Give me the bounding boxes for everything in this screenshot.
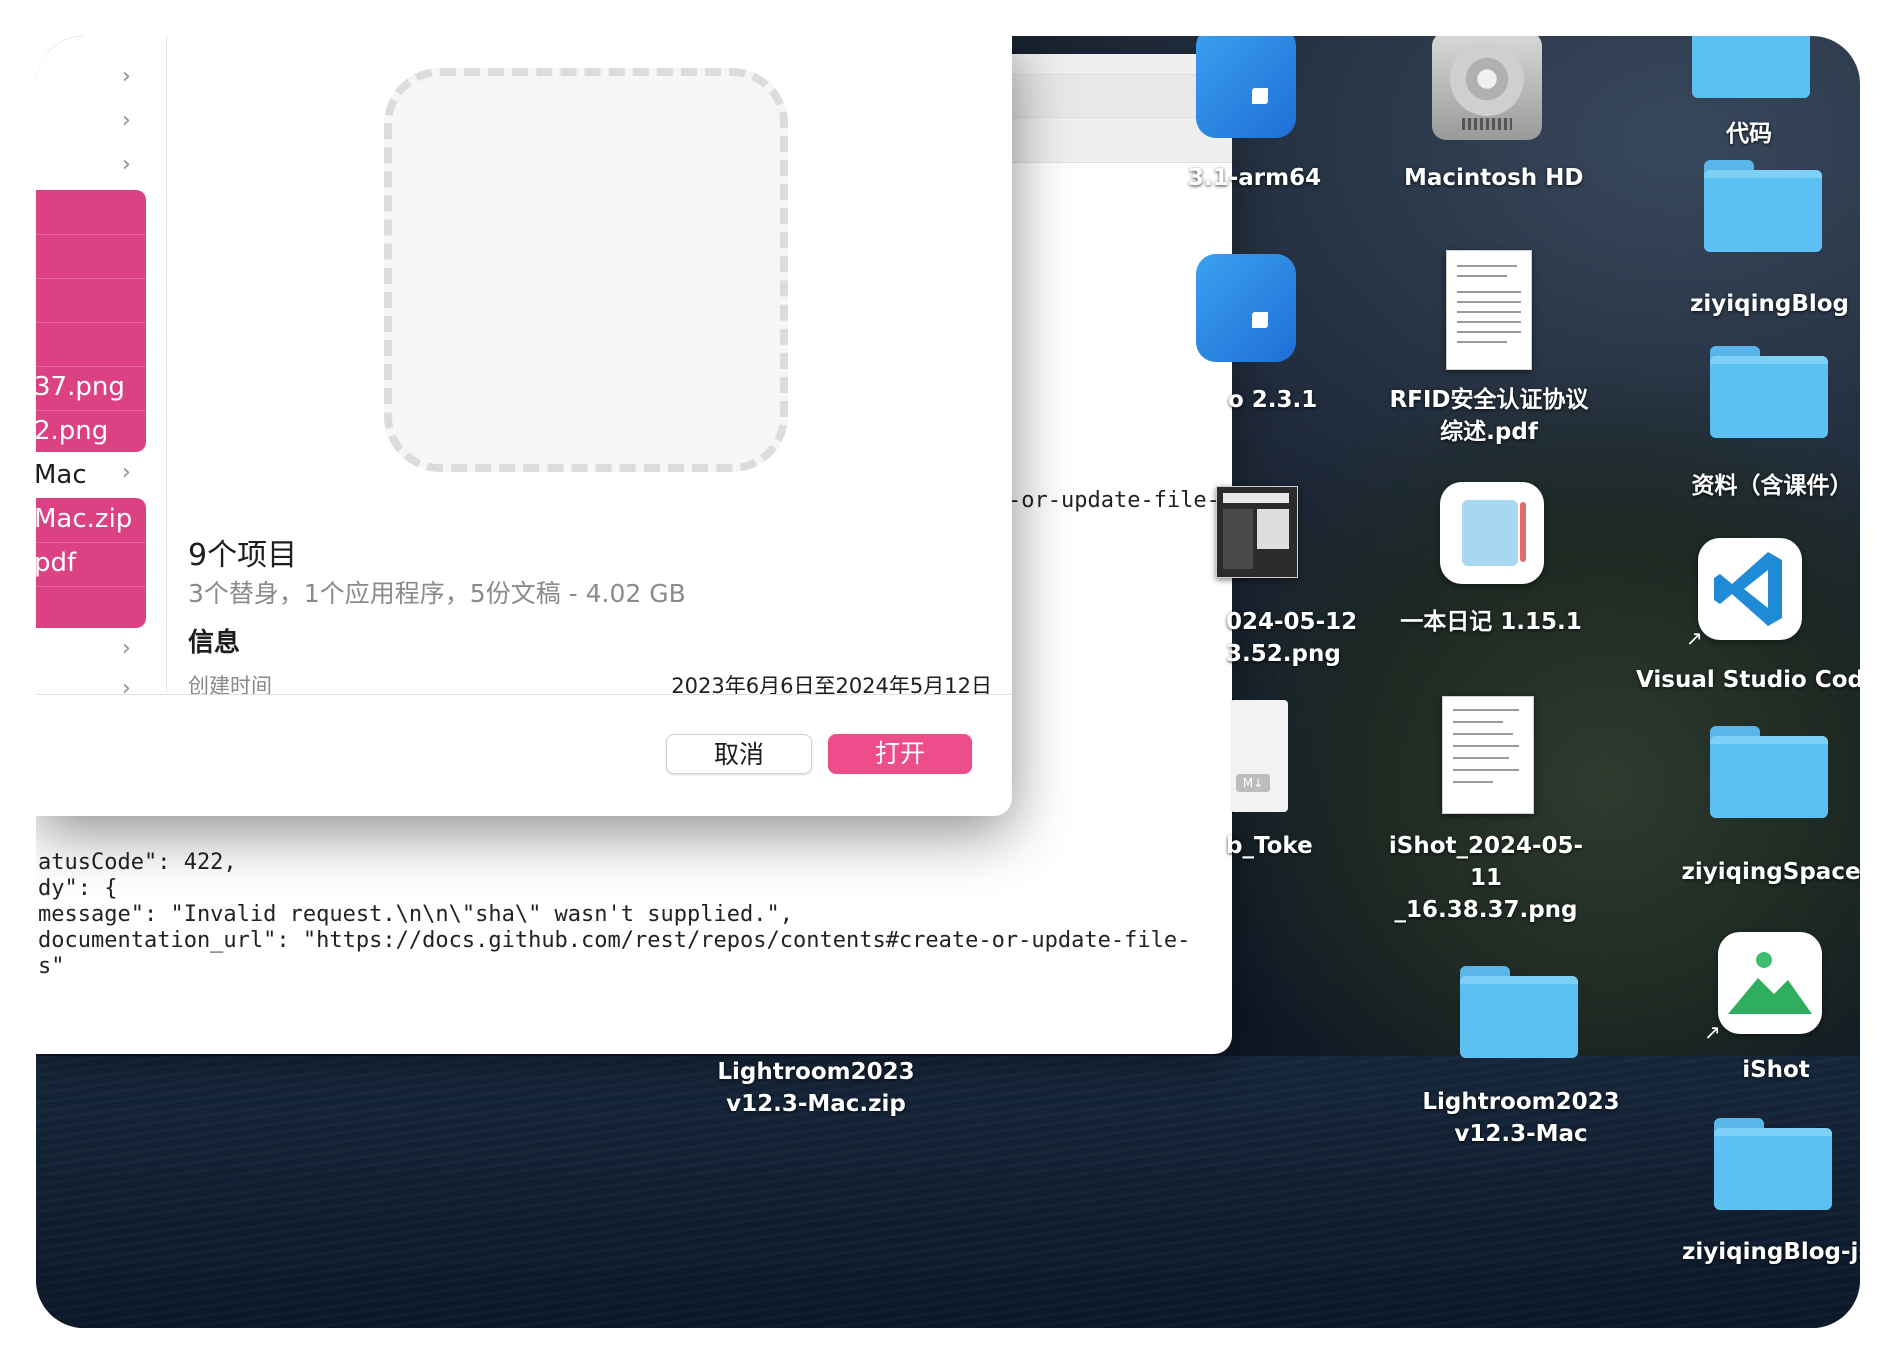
chevron-right-icon[interactable]: › xyxy=(122,460,131,485)
alias-arrow-icon: ↗ xyxy=(1686,626,1703,650)
image-icon xyxy=(1442,696,1534,814)
app-icon xyxy=(1196,36,1296,138)
desktop: -or-update-file- atusCode": 422, dy": { … xyxy=(36,36,1860,1328)
selected-items-group[interactable]: 37.png 2.png xyxy=(36,190,146,452)
folder-icon xyxy=(1692,36,1810,98)
desktop-icon-label: ziyiqingBlog-js xyxy=(1682,1239,1860,1265)
sidebar-item-label: 37.png xyxy=(36,372,125,402)
response-line: dy": { xyxy=(38,876,118,901)
response-line: documentation_url": "https://docs.github… xyxy=(38,928,1191,953)
desktop-icon-label: 资料（含课件） xyxy=(1691,473,1853,499)
image-icon xyxy=(1216,486,1298,578)
desktop-icon-label: 024-05-12 3.52.png xyxy=(1226,609,1358,667)
desktop-icon-label: ziyiqingBlog xyxy=(1690,291,1850,317)
sidebar-item-label[interactable]: Mac xyxy=(36,460,87,490)
multi-item-preview-placeholder xyxy=(384,68,788,472)
alias-arrow-icon: ↗ xyxy=(1704,1020,1721,1044)
response-line: atusCode": 422, xyxy=(38,850,237,875)
dialog-sidebar: › › › 37.png 2.png Mac › Mac.zip pdf › › xyxy=(36,36,167,701)
item-summary: 3个替身，1个应用程序，5份文稿 - 4.02 GB xyxy=(188,579,686,608)
folder-icon xyxy=(1710,726,1828,818)
sidebar-item-label: Mac.zip xyxy=(36,504,133,534)
desktop-icon-label: 代码 xyxy=(1726,121,1772,147)
sidebar-item-label: 2.png xyxy=(36,416,109,446)
ishot-app-icon xyxy=(1718,932,1822,1034)
hard-drive-icon xyxy=(1432,36,1542,140)
chevron-right-icon[interactable]: › xyxy=(122,108,131,133)
desktop-icon-label: iShot xyxy=(1742,1057,1810,1083)
chevron-right-icon[interactable]: › xyxy=(122,152,131,177)
folder-icon xyxy=(1714,1118,1832,1210)
desktop-icon-label: 一本日记 1.15.1 xyxy=(1400,609,1582,635)
open-button[interactable]: 打开 xyxy=(828,734,972,774)
markdown-file-icon: M↓ xyxy=(1230,700,1288,812)
desktop-icon-label: iShot_2024-05-11 _16.38.37.png xyxy=(1388,833,1584,923)
response-line: s" xyxy=(38,954,65,979)
app-icon xyxy=(1196,254,1296,362)
chevron-right-icon[interactable]: › xyxy=(122,636,131,661)
desktop-icon-label: RFID安全认证协议 综述.pdf xyxy=(1389,387,1589,445)
diary-app-icon xyxy=(1440,482,1544,584)
folder-icon xyxy=(1710,346,1828,438)
desktop-icon-label: ziyiqingSpace xyxy=(1681,859,1860,885)
chevron-right-icon[interactable]: › xyxy=(122,676,131,701)
selected-items-group-2[interactable]: Mac.zip pdf xyxy=(36,498,146,628)
folder-icon xyxy=(1460,966,1578,1058)
sidebar-item-label: pdf xyxy=(36,548,77,578)
desktop-icon-label: Lightroom2023 v12.3-Mac.zip xyxy=(717,1059,915,1117)
desktop-icon-label: b_Toke xyxy=(1226,833,1313,859)
desktop-icon-label: Lightroom2023 v12.3-Mac xyxy=(1422,1089,1620,1147)
divider xyxy=(36,694,1012,695)
info-heading: 信息 xyxy=(188,628,241,658)
response-line: message": "Invalid request.\n\n\"sha\" w… xyxy=(38,902,793,927)
open-file-dialog: › › › 37.png 2.png Mac › Mac.zip pdf › ›… xyxy=(36,36,1012,816)
desktop-icon-label: 3.1-arm64 xyxy=(1188,165,1322,191)
folder-icon xyxy=(1704,160,1822,252)
created-time-value: 2023年6月6日至2024年5月12日 xyxy=(671,674,992,698)
chevron-right-icon[interactable]: › xyxy=(122,64,131,89)
vscode-icon xyxy=(1698,538,1802,640)
created-time-label: 创建时间 xyxy=(188,674,272,698)
desktop-icon-label: Macintosh HD xyxy=(1404,165,1584,191)
cancel-button[interactable]: 取消 xyxy=(666,734,812,774)
desktop-icon-label: o 2.3.1 xyxy=(1228,387,1318,413)
desktop-icon-label: Visual Studio Code xyxy=(1636,667,1860,693)
pdf-icon xyxy=(1446,250,1532,370)
response-text-fragment: -or-update-file- xyxy=(1008,488,1220,513)
item-count-title: 9个项目 xyxy=(188,538,298,573)
